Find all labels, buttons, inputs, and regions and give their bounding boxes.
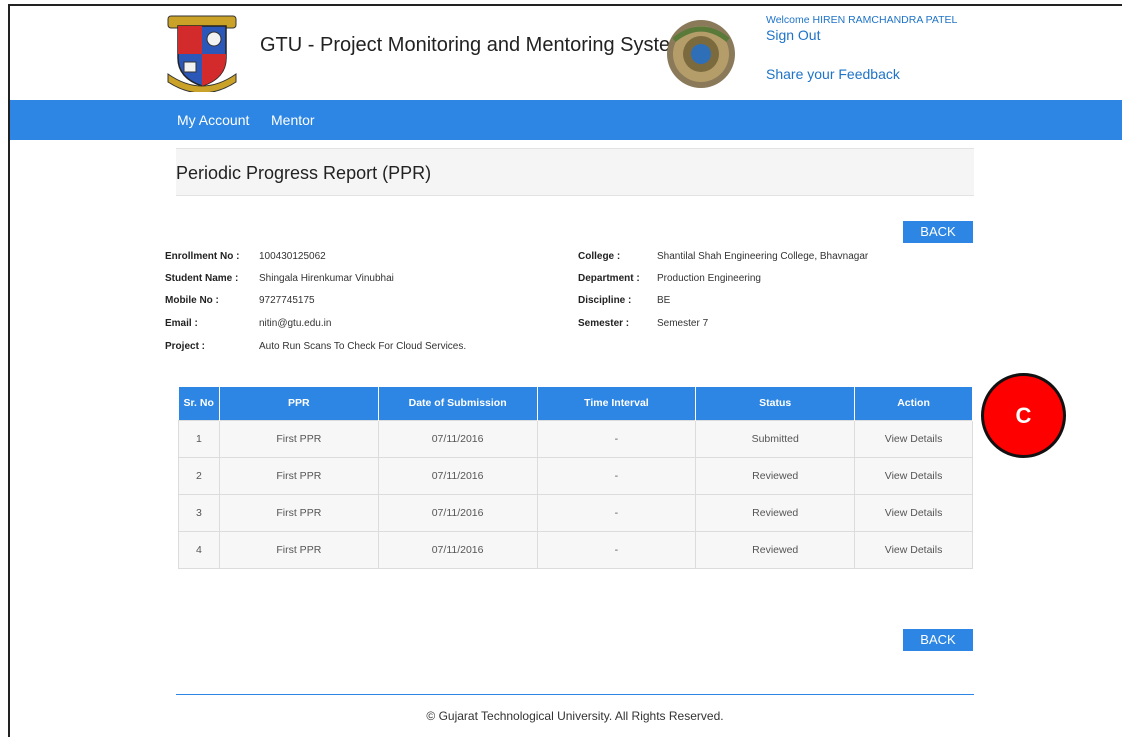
cell-date: 07/11/2016 (377, 493, 538, 532)
college-value: Shantilal Shah Engineering College, Bhav… (657, 251, 869, 262)
cell-ppr: First PPR (218, 456, 379, 495)
header-sr-no: Sr. No (178, 387, 220, 420)
footer-divider (176, 694, 974, 695)
header-time-interval: Time Interval (537, 387, 697, 420)
back-button-top[interactable]: BACK (903, 221, 973, 243)
discipline-value: BE (657, 295, 671, 306)
mobile-label: Mobile No : (165, 295, 219, 306)
email-value: nitin@gtu.edu.in (259, 318, 332, 329)
main-navbar: My Account Mentor (10, 100, 1122, 140)
cell-ppr: First PPR (218, 419, 379, 458)
welcome-text: Welcome HIREN RAMCHANDRA PATEL (766, 14, 958, 26)
view-details-link[interactable]: View Details (854, 419, 973, 458)
cell-sr-no: 4 (178, 530, 220, 569)
college-label: College : (578, 251, 621, 262)
table-row: 3 First PPR 07/11/2016 - Reviewed View D… (178, 493, 973, 532)
nav-my-account[interactable]: My Account (177, 112, 249, 128)
gtu-crest-icon[interactable] (164, 14, 240, 94)
mobile-value: 9727745175 (259, 295, 315, 306)
project-label: Project : (165, 341, 206, 352)
cell-sr-no: 2 (178, 456, 220, 495)
sign-out-link[interactable]: Sign Out (766, 27, 820, 43)
cell-status: Reviewed (695, 456, 856, 495)
cell-ppr: First PPR (218, 493, 379, 532)
page-title: Periodic Progress Report (PPR) (176, 163, 432, 183)
cell-interval: - (536, 493, 697, 532)
project-value: Auto Run Scans To Check For Cloud Servic… (259, 341, 467, 352)
cell-date: 07/11/2016 (377, 530, 538, 569)
page-title-panel: Periodic Progress Report (PPR) (176, 148, 974, 196)
innovation-council-logo-icon (664, 14, 738, 92)
footer-copyright: © Gujarat Technological University. All … (426, 709, 724, 723)
view-details-link[interactable]: View Details (854, 493, 973, 532)
semester-value: Semester 7 (657, 318, 709, 329)
cell-interval: - (536, 456, 697, 495)
view-details-link[interactable]: View Details (854, 456, 973, 495)
table-row: 2 First PPR 07/11/2016 - Reviewed View D… (178, 456, 973, 495)
view-details-link[interactable]: View Details (854, 530, 973, 569)
cell-status: Reviewed (695, 530, 856, 569)
table-row: 1 First PPR 07/11/2016 - Submitted View … (178, 419, 973, 458)
header-ppr: PPR (219, 387, 379, 420)
cell-date: 07/11/2016 (377, 456, 538, 495)
student-name-value: Shingala Hirenkumar Vinubhai (259, 273, 394, 284)
discipline-label: Discipline : (578, 295, 632, 306)
header-date-of-submission: Date of Submission (378, 387, 538, 420)
back-button-bottom[interactable]: BACK (903, 629, 973, 651)
header-action: Action (854, 387, 973, 420)
ppr-table: Sr. No PPR Date of Submission Time Inter… (178, 387, 973, 569)
header-status: Status (695, 387, 856, 420)
share-feedback-link[interactable]: Share your Feedback (766, 66, 900, 82)
cell-sr-no: 3 (178, 493, 220, 532)
annotation-badge: C (981, 373, 1066, 458)
cell-date: 07/11/2016 (377, 419, 538, 458)
table-row: 4 First PPR 07/11/2016 - Reviewed View D… (178, 530, 973, 569)
cell-ppr: First PPR (218, 530, 379, 569)
cell-interval: - (536, 419, 697, 458)
semester-label: Semester : (578, 318, 630, 329)
cell-interval: - (536, 530, 697, 569)
enrollment-label: Enrollment No : (165, 251, 240, 262)
student-name-label: Student Name : (165, 273, 239, 284)
table-header-row: Sr. No PPR Date of Submission Time Inter… (178, 387, 973, 420)
nav-mentor[interactable]: Mentor (271, 112, 315, 128)
site-title: GTU - Project Monitoring and Mentoring S… (260, 34, 687, 56)
department-value: Production Engineering (657, 273, 761, 284)
cell-sr-no: 1 (178, 419, 220, 458)
enrollment-value: 100430125062 (259, 251, 326, 262)
department-label: Department : (578, 273, 640, 284)
email-label: Email : (165, 318, 198, 329)
cell-status: Reviewed (695, 493, 856, 532)
cell-status: Submitted (695, 419, 856, 458)
